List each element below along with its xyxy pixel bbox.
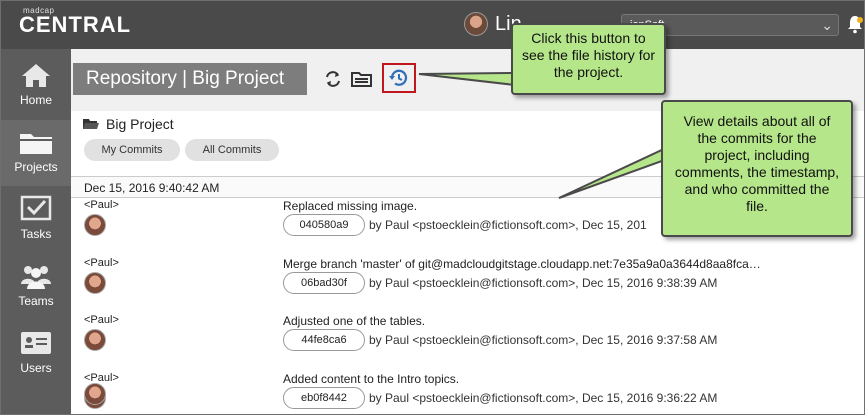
commit-message: Merge branch 'master' of git@madcloudgit… (283, 257, 761, 271)
open-folder-button[interactable] (351, 68, 373, 90)
user-avatar[interactable] (464, 12, 488, 36)
home-icon (22, 64, 50, 87)
sidebar-item-label: Home (19, 93, 52, 107)
folder-open-icon (351, 72, 372, 87)
commit-meta: by Paul <pstoecklein@fictionsoft.com>, D… (369, 218, 647, 232)
sidebar-item-teams[interactable]: Teams (1, 254, 71, 320)
avatar (84, 272, 106, 294)
bell-icon[interactable] (847, 14, 863, 34)
sidebar-item-tasks[interactable]: Tasks (1, 187, 71, 253)
commit-meta: by Paul <pstoecklein@fictionsoft.com>, D… (369, 276, 718, 290)
sidebar-item-label: Users (20, 361, 52, 375)
history-icon (389, 69, 408, 86)
commit-details-callout: View details about all of the commits fo… (661, 100, 853, 237)
app-logo[interactable]: CENTRAL (19, 12, 131, 38)
screenshot-frame: madcap CENTRAL Lin ionSoft ⌄ Home Projec… (0, 0, 865, 415)
avatar (84, 329, 106, 351)
commit-row[interactable]: <Paul> Adjusted one of the tables. 44fe8… (71, 314, 864, 372)
chevron-down-icon: ⌄ (821, 17, 833, 33)
top-bar: madcap CENTRAL Lin ionSoft ⌄ (1, 1, 864, 49)
sidebar-item-home[interactable]: Home (1, 53, 71, 119)
my-commits-filter-button[interactable]: My Commits (84, 139, 180, 161)
folder-icon (20, 134, 52, 154)
project-name: Big Project (106, 116, 174, 132)
sidebar-item-label: Tasks (20, 227, 52, 241)
commit-author: <Paul> (84, 314, 119, 326)
commit-author: <Paul> (84, 199, 119, 211)
commit-hash-button[interactable]: 44fe8ca6 (283, 329, 365, 351)
project-heading: Big Project (83, 116, 174, 132)
sidebar: Home Projects Tasks Teams Users (1, 49, 71, 414)
task-checkbox-icon (20, 195, 52, 221)
sync-icon (326, 71, 340, 87)
user-card-icon (21, 332, 51, 354)
all-commits-filter-button[interactable]: All Commits (185, 139, 279, 161)
avatar (84, 214, 106, 236)
commit-hash-button[interactable]: 06bad30f (283, 272, 365, 294)
commit-message: Adjusted one of the tables. (283, 314, 426, 328)
sidebar-item-label: Projects (14, 160, 58, 174)
sidebar-item-users[interactable]: Users (1, 321, 71, 387)
folder-icon (83, 119, 99, 129)
commit-row[interactable] (71, 383, 864, 414)
commit-row[interactable]: <Paul> Merge branch 'master' of git@madc… (71, 257, 864, 315)
sync-button[interactable] (322, 68, 344, 90)
avatar (84, 383, 106, 405)
sidebar-item-label: Teams (18, 294, 54, 308)
history-button-callout: Click this button to see the file histor… (511, 23, 666, 95)
commit-author: <Paul> (84, 257, 119, 269)
page-title: Repository | Big Project (73, 63, 307, 95)
sidebar-item-projects[interactable]: Projects (1, 120, 71, 186)
commit-meta: by Paul <pstoecklein@fictionsoft.com>, D… (369, 333, 718, 347)
commit-message: Replaced missing image. (283, 199, 418, 213)
commit-hash-button[interactable]: 040580a9 (283, 214, 365, 236)
team-people-icon (21, 266, 51, 289)
file-history-button[interactable] (382, 63, 416, 93)
